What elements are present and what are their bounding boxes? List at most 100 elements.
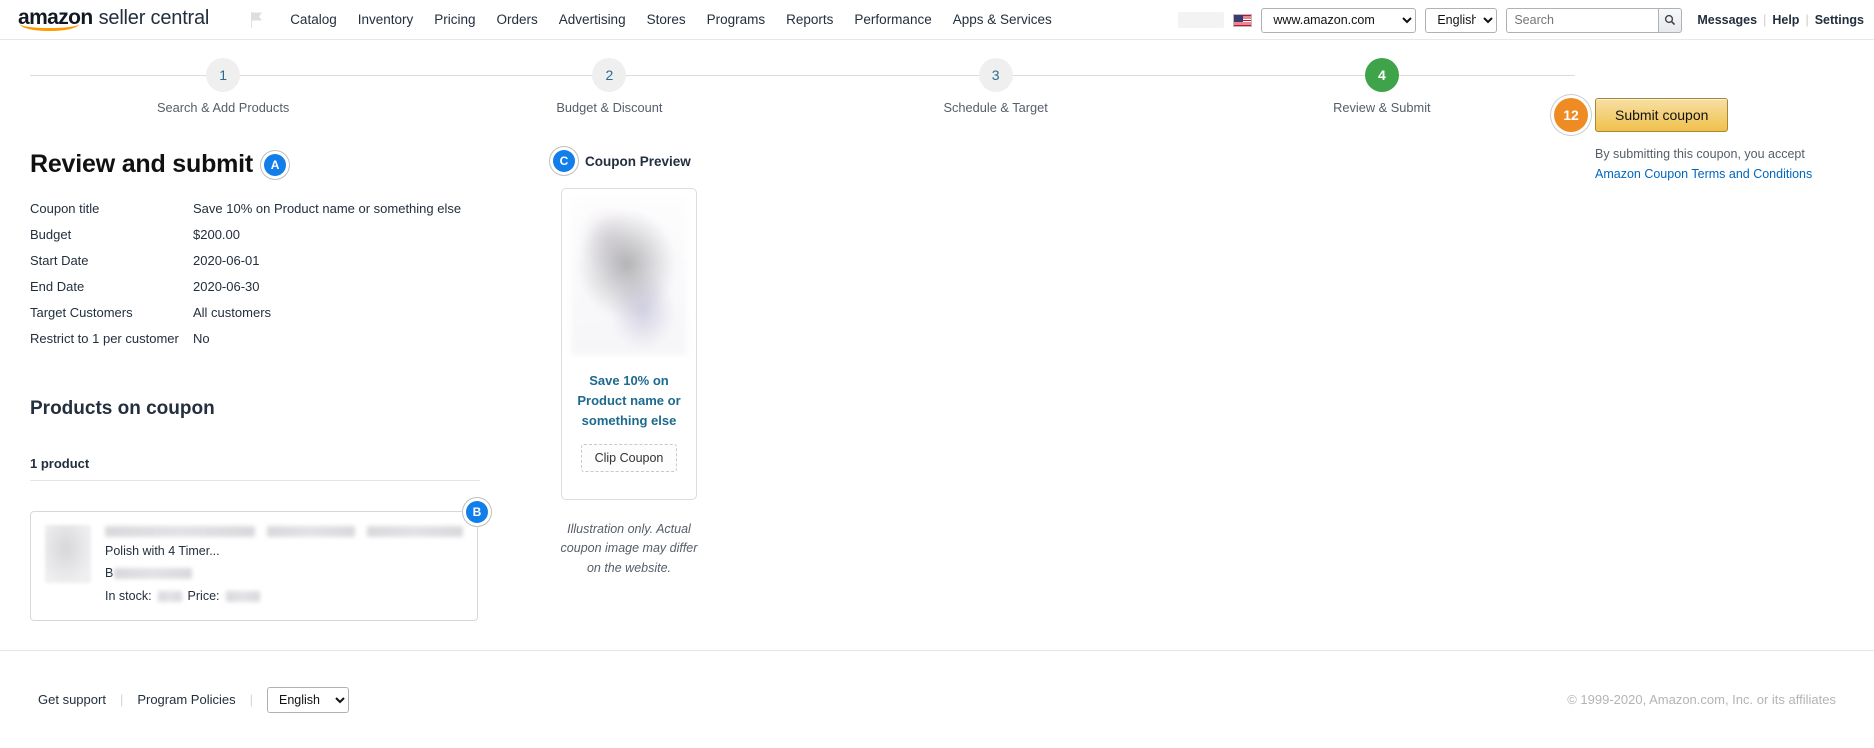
footer-language-select[interactable]: English <box>266 686 349 713</box>
us-flag-icon <box>1233 13 1253 27</box>
summary-value-restrict-one-per-customer: No <box>193 331 210 346</box>
search-icon <box>1665 14 1676 26</box>
page-title-row: Review and submit A <box>30 150 1844 179</box>
redacted-text-1 <box>105 526 255 537</box>
stepper-bubble-4: 4 <box>1364 58 1399 92</box>
nav-link-advertising[interactable]: Advertising <box>559 12 626 27</box>
flag-icon[interactable] <box>249 11 266 29</box>
stepper-step-2[interactable]: 2 Budget & Discount <box>416 58 802 115</box>
product-stock-label: In stock: <box>105 588 152 603</box>
stepper-label-4: Review & Submit <box>1333 100 1431 115</box>
amazon-wordmark: amazon <box>18 7 93 32</box>
nav-link-reports[interactable]: Reports <box>786 12 833 27</box>
product-info: Polish with 4 Timer... B In stock: Price: <box>105 525 463 607</box>
nav-link-catalog[interactable]: Catalog <box>290 12 337 27</box>
account-name-redacted <box>1178 12 1225 28</box>
summary-value-start-date: 2020-06-01 <box>193 253 260 268</box>
stepper-step-1[interactable]: 1 Search & Add Products <box>30 58 416 115</box>
marketplace-select[interactable]: www.amazon.com <box>1261 7 1417 33</box>
language-select[interactable]: English <box>1425 7 1498 33</box>
settings-link[interactable]: Settings <box>1815 13 1864 27</box>
redacted-text-2 <box>267 526 355 537</box>
util-divider-1: | <box>1763 13 1767 27</box>
annotation-badge-12: 12 <box>1554 98 1588 132</box>
summary-row-target-customers: Target Customers All customers <box>30 305 1844 320</box>
product-title-line: Polish with 4 Timer... <box>105 544 220 558</box>
product-price-label: Price: <box>187 588 220 603</box>
product-asin-redacted <box>114 568 193 580</box>
stepper-step-3[interactable]: 3 Schedule & Target <box>803 58 1189 115</box>
amazon-smile-icon <box>20 24 79 31</box>
summary-value-budget: $200.00 <box>193 227 240 242</box>
stepper-step-4[interactable]: 4 Review & Submit <box>1189 58 1575 115</box>
footer-divider-1: | <box>119 692 124 707</box>
annotation-marker-b: B <box>466 501 488 523</box>
footer-links: Get support | Program Policies | English <box>38 686 349 713</box>
products-section-title: Products on coupon <box>30 398 215 419</box>
footer-divider-2: | <box>249 692 253 707</box>
amazon-seller-central-logo[interactable]: amazon seller central <box>18 7 209 32</box>
main-nav-links: Catalog Inventory Pricing Orders Adverti… <box>290 12 1052 27</box>
annotation-marker-a: A <box>264 153 287 176</box>
stepper-label-2: Budget & Discount <box>556 100 663 115</box>
summary-row-coupon-title: Coupon title Save 10% on Product name or… <box>30 201 1844 216</box>
stepper-bubble-3: 3 <box>978 58 1013 92</box>
seller-central-text: seller central <box>98 7 210 29</box>
summary-key-restrict-one-per-customer: Restrict to 1 per customer <box>30 331 179 346</box>
coupon-preview-panel: C Coupon Preview Save 10% on Product nam… <box>553 150 753 578</box>
stepper-label-1: Search & Add Products <box>156 100 290 115</box>
coupon-preview-header: C Coupon Preview <box>553 150 753 172</box>
product-card[interactable]: B Polish with 4 Timer... B In stock: Pric… <box>30 501 488 621</box>
product-thumbnail-icon <box>45 525 91 583</box>
search-box <box>1506 7 1683 33</box>
summary-value-target-customers: All customers <box>193 305 272 320</box>
copyright-text: © 1999-2020, Amazon.com, Inc. or its aff… <box>1567 692 1836 707</box>
coupon-preview-card: Save 10% on Product name or something el… <box>561 188 697 500</box>
util-divider-2: | <box>1805 13 1809 27</box>
page-footer: Get support | Program Policies | English… <box>0 650 1874 748</box>
utility-links: Messages | Help | Settings <box>1697 13 1864 27</box>
coupon-preview-note: Illustration only. Actual coupon image m… <box>560 522 698 575</box>
summary-value-end-date: 2020-06-30 <box>193 279 260 294</box>
nav-link-performance[interactable]: Performance <box>854 12 931 27</box>
nav-link-pricing[interactable]: Pricing <box>434 12 475 27</box>
coupon-preview-heading: Coupon Preview <box>585 153 691 169</box>
wizard-stepper: 1 Search & Add Products 2 Budget & Disco… <box>30 58 1575 115</box>
product-asin-prefix: B <box>105 566 114 581</box>
main-content: Review and submit A Coupon title Save 10… <box>0 150 1874 621</box>
messages-link[interactable]: Messages <box>1697 13 1757 27</box>
product-stock-redacted <box>157 590 182 602</box>
summary-key-target-customers: Target Customers <box>30 305 133 320</box>
page-title: Review and submit <box>30 150 254 178</box>
coupon-summary-table: Coupon title Save 10% on Product name or… <box>30 201 1844 346</box>
product-title-redacted <box>105 526 463 537</box>
product-count-label: 1 product <box>30 456 480 481</box>
redacted-text-3 <box>367 526 463 537</box>
stepper-label-3: Schedule & Target <box>943 100 1048 115</box>
coupon-product-image-blurred <box>571 198 687 355</box>
program-policies-link[interactable]: Program Policies <box>137 692 235 707</box>
summary-row-start-date: Start Date 2020-06-01 <box>30 253 1844 268</box>
summary-key-coupon-title: Coupon title <box>30 201 100 216</box>
product-price-redacted <box>225 590 260 602</box>
summary-row-end-date: End Date 2020-06-30 <box>30 279 1844 294</box>
summary-key-start-date: Start Date <box>30 253 89 268</box>
summary-key-budget: Budget <box>30 227 72 242</box>
nav-link-stores[interactable]: Stores <box>647 12 686 27</box>
clip-coupon-button[interactable]: Clip Coupon <box>580 444 678 473</box>
stepper-bubble-1: 1 <box>206 58 241 92</box>
summary-row-budget: Budget $200.00 <box>30 227 1844 242</box>
nav-link-programs[interactable]: Programs <box>707 12 766 27</box>
help-link[interactable]: Help <box>1772 13 1799 27</box>
nav-link-orders[interactable]: Orders <box>497 12 538 27</box>
submit-coupon-button[interactable]: Submit coupon <box>1595 98 1729 132</box>
summary-key-end-date: End Date <box>30 279 85 294</box>
nav-link-inventory[interactable]: Inventory <box>358 12 414 27</box>
annotation-marker-c: C <box>553 150 575 172</box>
nav-link-apps-and-services[interactable]: Apps & Services <box>953 12 1052 27</box>
product-stock-price-line: In stock: Price: <box>105 585 463 607</box>
search-button[interactable] <box>1658 7 1683 33</box>
search-input[interactable] <box>1506 7 1659 33</box>
get-support-link[interactable]: Get support <box>38 692 106 707</box>
submit-coupon-row: 12 Submit coupon <box>1554 98 1729 132</box>
